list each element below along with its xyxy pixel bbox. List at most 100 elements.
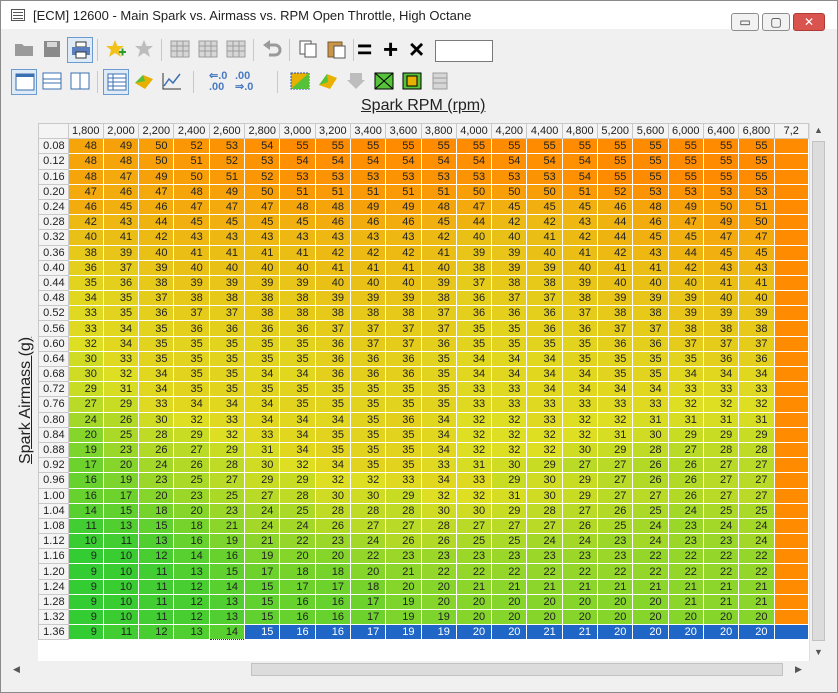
table-cell[interactable]: 27 xyxy=(244,487,281,504)
table-cell[interactable]: 16 xyxy=(67,487,104,504)
table-cell[interactable]: 36 xyxy=(314,365,351,383)
table-cell[interactable]: 17 xyxy=(349,608,387,626)
table-cell[interactable]: 20 xyxy=(526,593,563,611)
row-header[interactable]: 0.28 xyxy=(38,214,69,231)
table-cell[interactable]: 28 xyxy=(526,502,563,519)
table-cell[interactable]: 35 xyxy=(667,350,704,368)
table-cell[interactable]: 38 xyxy=(420,290,457,307)
table-cell[interactable]: 39 xyxy=(208,274,246,292)
table-cell[interactable]: 38 xyxy=(173,290,210,307)
table-view-button-1[interactable] xyxy=(167,37,193,63)
table-cell[interactable]: 34 xyxy=(314,411,351,428)
table-cell[interactable]: 23 xyxy=(102,441,140,459)
table-cell[interactable]: 40 xyxy=(138,244,175,261)
table-cell[interactable]: 39 xyxy=(173,274,210,292)
table-cell[interactable]: 43 xyxy=(314,229,351,246)
table-cell[interactable]: 30 xyxy=(67,365,104,383)
table-cell[interactable]: 48 xyxy=(67,138,104,155)
table-cell[interactable]: 40 xyxy=(385,274,422,292)
table-cell[interactable]: 37 xyxy=(208,305,246,322)
table-cell[interactable]: 35 xyxy=(314,426,351,443)
table-cell[interactable]: 35 xyxy=(526,335,563,352)
table-cell[interactable]: 55 xyxy=(491,138,528,155)
row-header[interactable]: 1.00 xyxy=(38,487,69,504)
table-cell[interactable]: 43 xyxy=(208,229,246,246)
row-header[interactable]: 0.48 xyxy=(38,290,69,307)
table-cell[interactable]: 53 xyxy=(244,153,281,170)
layout-horizontal-split-button[interactable] xyxy=(39,69,65,95)
table-cell[interactable]: 31 xyxy=(702,411,740,428)
table-cell[interactable] xyxy=(773,305,809,322)
table-cell[interactable]: 51 xyxy=(561,183,599,200)
table-cell[interactable]: 9 xyxy=(67,548,104,565)
table-cell[interactable]: 13 xyxy=(208,608,246,626)
table-cell[interactable]: 39 xyxy=(597,290,634,307)
table-cell[interactable]: 47 xyxy=(138,183,175,200)
table-cell[interactable]: 35 xyxy=(420,396,457,413)
copy-button[interactable] xyxy=(295,37,321,63)
table-cell[interactable]: 39 xyxy=(632,290,669,307)
undo-button[interactable] xyxy=(259,37,285,63)
table-cell[interactable]: 20 xyxy=(632,608,669,626)
table-cell[interactable]: 35 xyxy=(208,365,246,383)
table-cell[interactable]: 27 xyxy=(632,487,669,504)
table-cell[interactable]: 22 xyxy=(667,548,704,565)
table-cell[interactable]: 34 xyxy=(455,365,493,383)
paste-button[interactable] xyxy=(323,37,349,63)
table-cell[interactable]: 41 xyxy=(279,244,316,261)
table-cell[interactable]: 43 xyxy=(349,229,387,246)
table-cell[interactable]: 36 xyxy=(279,320,316,337)
table-cell[interactable]: 22 xyxy=(632,548,669,565)
table-cell[interactable]: 12 xyxy=(138,624,175,641)
column-header[interactable]: 2,000 xyxy=(102,123,140,140)
table-cell[interactable] xyxy=(773,608,809,626)
table-cell[interactable]: 35 xyxy=(173,365,210,383)
table-cell[interactable] xyxy=(773,153,809,170)
table-cell[interactable]: 32 xyxy=(491,411,528,428)
row-header[interactable]: 0.68 xyxy=(38,365,69,383)
table-cell[interactable]: 16 xyxy=(173,533,210,550)
table-cell[interactable] xyxy=(773,244,809,261)
table-cell[interactable]: 34 xyxy=(173,396,210,413)
close-button[interactable]: ✕ xyxy=(793,13,825,31)
table-cell[interactable]: 34 xyxy=(561,381,599,398)
table-cell[interactable]: 31 xyxy=(491,487,528,504)
table-cell[interactable] xyxy=(773,274,809,292)
column-header[interactable]: 6,800 xyxy=(738,123,775,140)
table-cell[interactable]: 27 xyxy=(385,517,422,535)
3d-surface-button[interactable] xyxy=(131,69,157,95)
table-cell[interactable]: 20 xyxy=(491,593,528,611)
table-cell[interactable]: 23 xyxy=(667,517,704,535)
table-cell[interactable]: 26 xyxy=(173,457,210,474)
table-cell[interactable]: 33 xyxy=(244,426,281,443)
table-cell[interactable]: 31 xyxy=(632,411,669,428)
set-equal-button[interactable]: = xyxy=(357,34,372,65)
table-cell[interactable]: 19 xyxy=(67,441,104,459)
table-cell[interactable]: 34 xyxy=(632,381,669,398)
table-cell[interactable]: 55 xyxy=(702,153,740,170)
table-cell[interactable] xyxy=(773,487,809,504)
table-cell[interactable]: 35 xyxy=(420,350,457,368)
row-header[interactable]: 0.76 xyxy=(38,396,69,413)
table-cell[interactable]: 27 xyxy=(667,441,704,459)
spark-table[interactable]: 1,800 2,000 2,200 2,400 2,600 2,800 3,000 3,200… xyxy=(38,123,809,641)
table-cell[interactable]: 28 xyxy=(632,441,669,459)
table-cell[interactable]: 20 xyxy=(491,624,528,641)
table-cell[interactable]: 17 xyxy=(349,624,387,641)
table-cell[interactable]: 35 xyxy=(491,320,528,337)
column-header[interactable]: 3,200 xyxy=(314,123,351,140)
table-cell[interactable]: 18 xyxy=(314,563,351,580)
table-cell[interactable]: 39 xyxy=(138,259,175,276)
table-cell[interactable]: 55 xyxy=(702,138,740,155)
table-cell[interactable]: 30 xyxy=(314,487,351,504)
table-cell[interactable]: 35 xyxy=(420,381,457,398)
table-cell[interactable]: 21 xyxy=(455,578,493,595)
table-cell[interactable]: 21 xyxy=(244,533,281,550)
table-cell[interactable]: 11 xyxy=(138,578,175,595)
table-cell[interactable]: 20 xyxy=(561,608,599,626)
table-cell[interactable]: 38 xyxy=(385,305,422,322)
table-cell[interactable]: 55 xyxy=(738,168,775,185)
table-cell[interactable]: 13 xyxy=(102,517,140,535)
table-cell[interactable]: 43 xyxy=(738,259,775,276)
table-cell[interactable]: 29 xyxy=(173,426,210,443)
